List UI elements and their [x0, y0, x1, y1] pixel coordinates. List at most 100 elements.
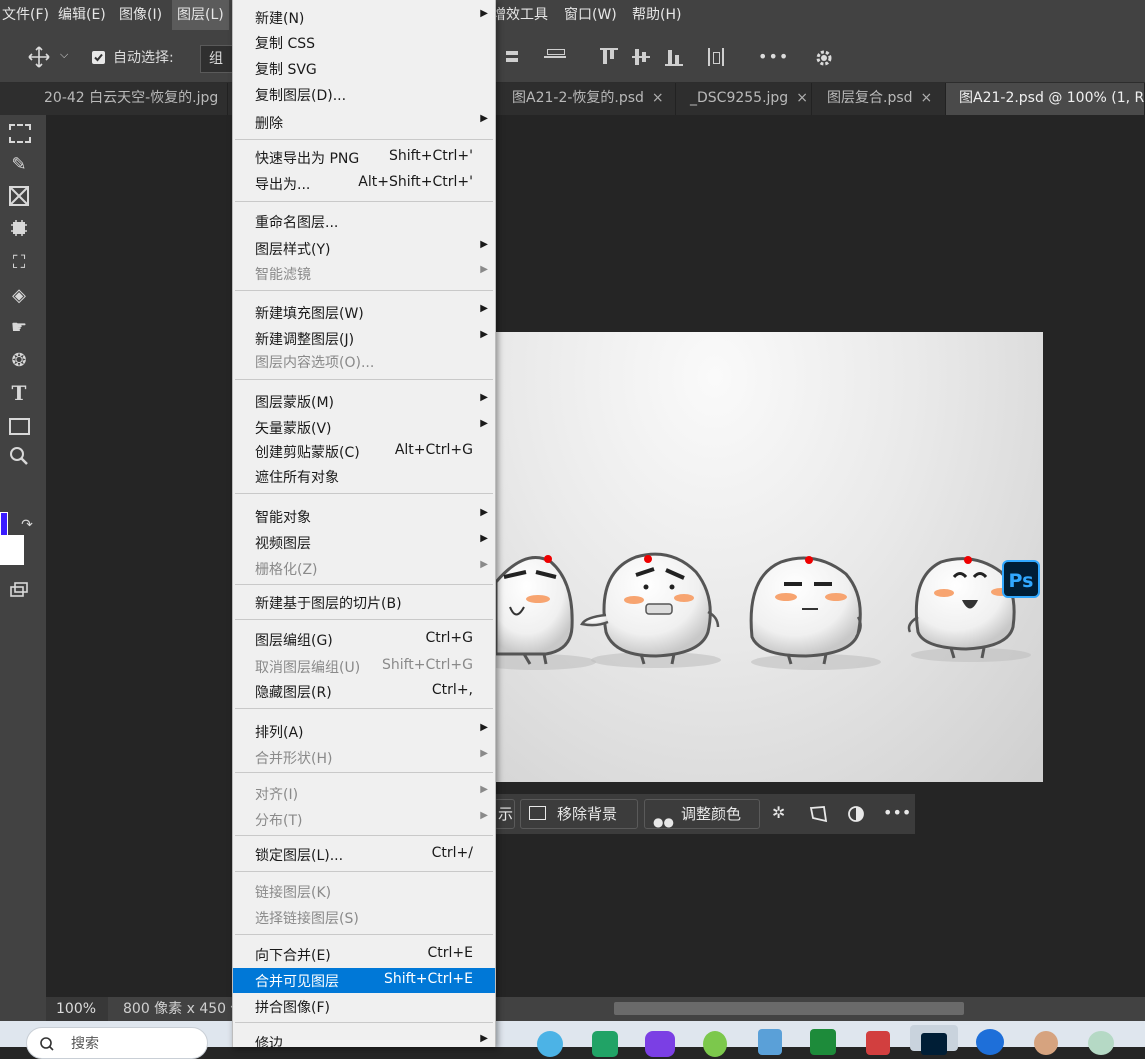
menu-item-video-layer[interactable]: 视频图层 ▶ [233, 530, 495, 554]
menu-item-align[interactable]: 对齐(I) ▶ [233, 781, 495, 805]
menu-item-create-clipping-mask[interactable]: 创建剪贴蒙版(C) Alt+Ctrl+G [233, 439, 495, 463]
menu-plugins[interactable]: 增效工具 [492, 0, 548, 30]
close-icon[interactable]: × [921, 90, 933, 106]
app-icon[interactable] [703, 1031, 727, 1057]
app-icon[interactable] [866, 1031, 890, 1055]
app-icon[interactable] [810, 1029, 836, 1055]
menu-item-layer-style[interactable]: 图层样式(Y) ▶ [233, 236, 495, 260]
menu-edit[interactable]: 编辑(E) [58, 0, 106, 30]
menu-item-export-as[interactable]: 导出为... Alt+Shift+Ctrl+' [233, 171, 495, 195]
menu-item-delete[interactable]: 删除 ▶ [233, 110, 495, 134]
more-options-icon[interactable]: ••• [758, 47, 789, 66]
contrast-icon[interactable] [847, 805, 865, 823]
app-icon[interactable] [645, 1031, 675, 1057]
remove-background-button[interactable]: 移除背景 [520, 799, 638, 829]
app-icon[interactable] [758, 1029, 782, 1055]
menu-item-merge-visible[interactable]: 合并可见图层 Shift+Ctrl+E [233, 968, 495, 993]
magic-icon[interactable]: ✲ [772, 803, 785, 822]
align-middle-icon[interactable] [632, 48, 650, 66]
quick-selection-tool-icon[interactable]: ✎ [6, 152, 32, 178]
tab-document-3[interactable]: _DSC9255.jpg × [676, 83, 812, 115]
menu-item-label: 新建填充图层(W) [255, 306, 364, 322]
document-canvas[interactable] [496, 332, 1043, 782]
zoom-level[interactable]: 100% [46, 997, 108, 1021]
document-size[interactable]: 800 像素 x 450 像 [123, 997, 245, 1021]
tab-document-2[interactable]: 图A21-2-恢复的.psd × [496, 83, 676, 115]
more-options-icon[interactable]: ••• [883, 803, 911, 822]
transform-icon[interactable] [808, 804, 828, 824]
select-subject-button[interactable]: 示 [494, 799, 515, 829]
chevron-down-icon[interactable]: ⌵ [60, 48, 68, 62]
align-icon[interactable] [506, 47, 520, 65]
app-icon[interactable] [592, 1031, 618, 1057]
menu-item-arrange[interactable]: 排列(A) ▶ [233, 719, 495, 743]
horizontal-scrollbar[interactable] [614, 1002, 964, 1015]
menu-item-select-linked-layers[interactable]: 选择链接图层(S) [233, 905, 495, 929]
menu-item-copy-css[interactable]: 复制 CSS [233, 30, 495, 54]
smudge-tool-icon[interactable]: ☛ [6, 315, 32, 341]
menu-item-new-fill-layer[interactable]: 新建填充图层(W) ▶ [233, 300, 495, 324]
tab-document-active[interactable]: 图A21-2.psd @ 100% (1, RG [946, 83, 1145, 115]
menu-item-distribute[interactable]: 分布(T) ▶ [233, 807, 495, 831]
sponge-tool-icon[interactable]: ❂ [6, 348, 32, 374]
menu-item-lock-layers[interactable]: 锁定图层(L)... Ctrl+/ [233, 842, 495, 866]
menu-item-mask-all-objects[interactable]: 遮住所有对象 [233, 464, 495, 488]
menu-item-new-adjustment-layer[interactable]: 新建调整图层(J) ▶ [233, 326, 495, 350]
menu-item-new-layer-based-slice[interactable]: 新建基于图层的切片(B) [233, 590, 495, 614]
menu-item-combine-shapes[interactable]: 合并形状(H) ▶ [233, 745, 495, 769]
app-icon[interactable] [537, 1031, 563, 1057]
screen-mode-icon[interactable] [6, 578, 32, 604]
menu-layer[interactable]: 图层(L) [172, 0, 229, 30]
menu-item-smart-object[interactable]: 智能对象 ▶ [233, 504, 495, 528]
menu-item-group-layers[interactable]: 图层编组(G) Ctrl+G [233, 627, 495, 651]
rectangle-tool-icon[interactable] [6, 413, 32, 439]
menu-item-smart-filter[interactable]: 智能滤镜 ▶ [233, 261, 495, 285]
object-select-tool-icon[interactable] [6, 217, 32, 243]
close-icon[interactable]: × [652, 90, 664, 106]
align-top-icon[interactable] [600, 48, 618, 66]
background-color-swatch[interactable] [0, 535, 24, 565]
taskbar-photoshop[interactable] [910, 1025, 958, 1055]
adjust-color-button[interactable]: ●● 调整颜色 [644, 799, 760, 829]
eraser-tool-icon[interactable]: ◈ [6, 283, 32, 309]
menu-item-rasterize[interactable]: 栅格化(Z) ▶ [233, 556, 495, 580]
menu-item-rename-layer[interactable]: 重命名图层... [233, 209, 495, 233]
menu-item-ungroup-layers[interactable]: 取消图层编组(U) Shift+Ctrl+G [233, 654, 495, 678]
menu-window[interactable]: 窗口(W) [564, 0, 617, 30]
menu-image[interactable]: 图像(I) [119, 0, 162, 30]
menu-item-duplicate-layer[interactable]: 复制图层(D)... [233, 82, 495, 106]
menu-item-vector-mask[interactable]: 矢量蒙版(V) ▶ [233, 415, 495, 439]
menu-help[interactable]: 帮助(H) [632, 0, 681, 30]
menu-item-new[interactable]: 新建(N) ▶ [233, 5, 495, 29]
align-center-icon[interactable] [544, 47, 566, 65]
distribute-icon[interactable] [708, 48, 724, 66]
tab-document-1[interactable]: 20-42 白云天空-恢复的.jpg [0, 83, 228, 115]
crop-frame-tool-icon[interactable] [6, 185, 32, 211]
gear-icon[interactable] [814, 48, 834, 68]
swap-colors-icon[interactable]: ↷ [14, 512, 40, 538]
auto-select-checkbox[interactable] [92, 51, 105, 64]
close-icon[interactable]: × [796, 90, 808, 106]
stamp-tool-icon[interactable]: ⛶ [6, 250, 32, 276]
photoshop-badge-icon[interactable]: Ps [1002, 560, 1040, 598]
menu-item-link-layers[interactable]: 链接图层(K) [233, 879, 495, 903]
move-tool-icon[interactable] [28, 46, 50, 68]
app-icon[interactable] [1088, 1031, 1114, 1055]
type-tool-icon[interactable]: T [6, 380, 32, 406]
menu-item-quick-export-png[interactable]: 快速导出为 PNG Shift+Ctrl+' [233, 145, 495, 169]
menu-item-copy-svg[interactable]: 复制 SVG [233, 56, 495, 80]
tab-document-4[interactable]: 图层复合.psd × [812, 83, 946, 115]
marquee-tool-icon[interactable] [6, 119, 32, 145]
avatar[interactable] [1034, 1031, 1058, 1055]
menu-item-layer-content-options[interactable]: 图层内容选项(O)... [233, 349, 495, 373]
menu-item-layer-mask[interactable]: 图层蒙版(M) ▶ [233, 389, 495, 413]
menu-item-merge-down[interactable]: 向下合并(E) Ctrl+E [233, 942, 495, 966]
menu-item-matting[interactable]: 修边 ▶ [233, 1030, 495, 1047]
taskbar-search-box[interactable]: 搜索 [26, 1027, 208, 1059]
menu-item-flatten-image[interactable]: 拼合图像(F) [233, 994, 495, 1018]
menu-item-hide-layers[interactable]: 隐藏图层(R) Ctrl+, [233, 679, 495, 703]
align-bottom-icon[interactable] [665, 48, 683, 66]
zoom-tool-icon[interactable] [6, 445, 32, 471]
app-icon[interactable] [976, 1029, 1004, 1055]
menu-file[interactable]: 文件(F) [0, 0, 51, 30]
